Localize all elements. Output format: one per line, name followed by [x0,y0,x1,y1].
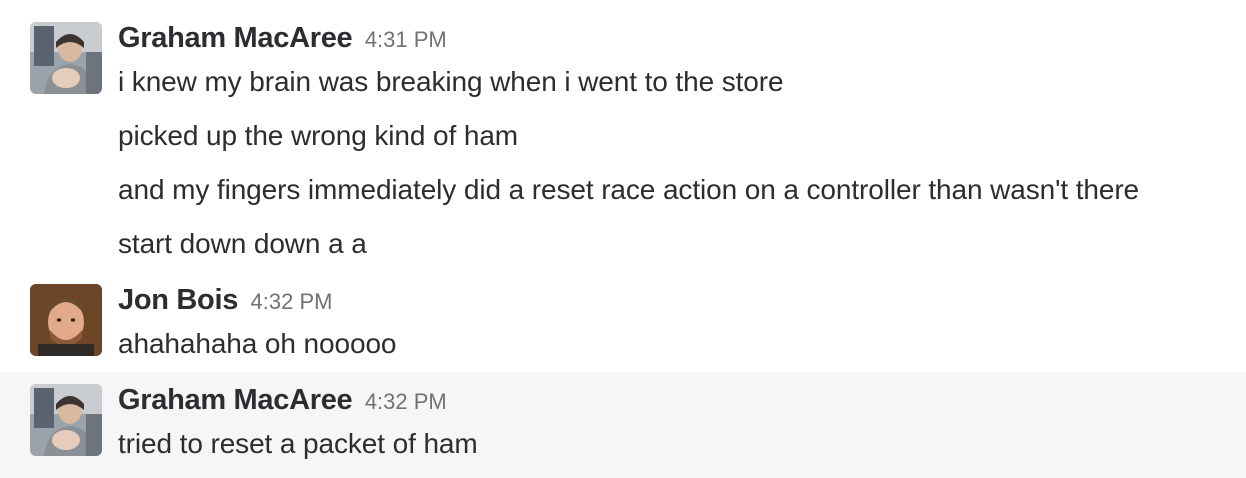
message-group-graham-1: Graham MacAree 4:31 PM i knew my brain w… [0,0,1246,270]
message-text: ahahahaha oh nooooo [118,328,397,359]
avatar[interactable] [30,284,102,356]
message-text: tried to reset a packet of ham [118,428,478,459]
timestamp[interactable]: 4:31 PM [365,27,447,52]
timestamp[interactable]: 4:32 PM [365,389,447,414]
message-header: Graham MacAree 4:32 PM [118,384,447,417]
message-text: and my fingers immediately did a reset r… [118,174,1140,205]
message-text: picked up the wrong kind of ham [118,120,519,151]
avatar-jon-image [30,284,102,356]
message-header: Graham MacAree 4:31 PM [118,22,447,55]
sender-name[interactable]: Graham MacAree [118,384,353,416]
avatar[interactable] [30,22,102,94]
avatar-graham-image [30,22,102,94]
message-header: Jon Bois 4:32 PM [118,284,332,317]
avatar[interactable] [30,384,102,456]
message-group-graham-2: Graham MacAree 4:32 PM tried to reset a … [0,372,1246,478]
sender-name[interactable]: Jon Bois [118,284,238,316]
avatar-graham-image [30,384,102,456]
message-group-jon: Jon Bois 4:32 PM ahahahaha oh nooooo [0,270,1246,370]
timestamp[interactable]: 4:32 PM [251,289,333,314]
message-text: start down down a a [118,228,367,259]
message-text: i knew my brain was breaking when i went… [118,66,784,97]
sender-name[interactable]: Graham MacAree [118,22,353,54]
